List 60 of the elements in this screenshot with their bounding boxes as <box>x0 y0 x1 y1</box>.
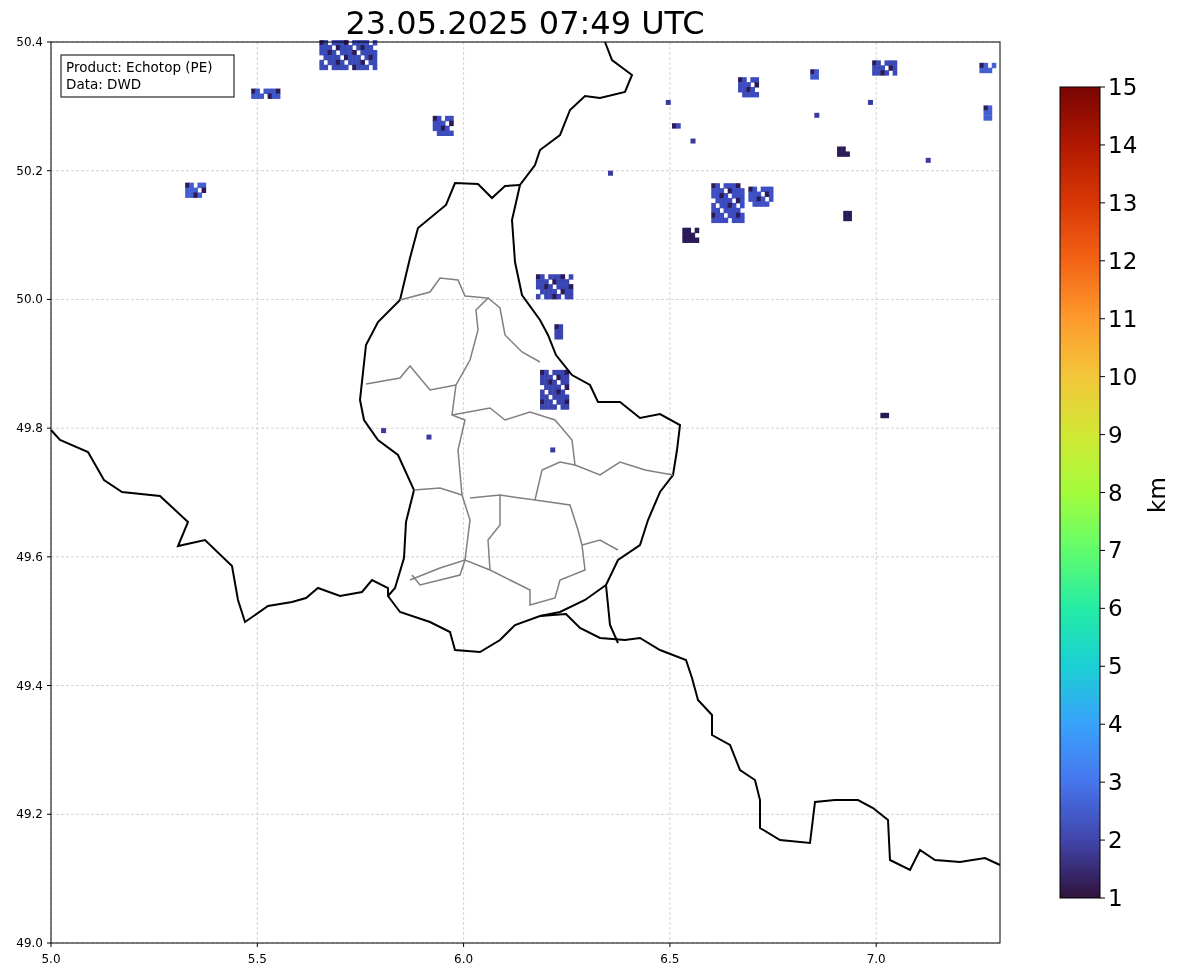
y-tick-label: 50.0 <box>16 292 43 307</box>
radar-echo-cluster <box>554 324 564 340</box>
colorbar-tick-label: 13 <box>1108 189 1138 216</box>
info-text: Data: DWD <box>66 76 142 92</box>
radar-echo-cluster <box>872 60 898 76</box>
y-tick-label: 49.4 <box>16 678 43 693</box>
colorbar-tick-label: 12 <box>1108 247 1138 274</box>
colorbar-tick-label: 10 <box>1108 363 1138 390</box>
radar-echo-pixel <box>381 428 387 434</box>
radar-echo-cluster <box>711 183 745 224</box>
colorbar-tick-label: 4 <box>1108 711 1123 738</box>
radar-echo-pixel <box>426 434 432 440</box>
y-tick-label: 49.6 <box>16 549 43 564</box>
radar-echo-cluster <box>880 412 890 419</box>
colorbar-tick-label: 9 <box>1108 421 1123 448</box>
radar-echo-cluster <box>979 62 997 74</box>
x-tick-label: 5.5 <box>247 952 267 966</box>
x-tick-label: 5.0 <box>41 952 61 966</box>
radar-echo-cluster <box>748 186 774 207</box>
x-tick-label: 6.5 <box>660 952 680 966</box>
radar-echo-cluster <box>535 274 574 300</box>
radar-echo-pixel <box>925 157 931 163</box>
radar-echo-pixel <box>665 99 671 105</box>
colorbar-tick-label: 2 <box>1108 827 1123 854</box>
radar-echo-pixel <box>608 170 613 176</box>
colorbar-tick-label: 11 <box>1108 305 1138 332</box>
colorbar-tick-label: 14 <box>1108 131 1138 158</box>
radar-echo-cluster <box>843 210 852 222</box>
radar-echo-cluster <box>672 123 681 129</box>
radar-echo-pixel <box>550 447 556 453</box>
radar-echo-cluster <box>432 115 454 136</box>
colorbar-tick-label: 5 <box>1108 653 1123 680</box>
y-tick-label: 49.0 <box>16 936 43 950</box>
radar-echo-cluster <box>983 105 993 121</box>
radar-echo-cluster <box>682 227 700 243</box>
y-tick-label: 49.2 <box>16 807 43 822</box>
radar-echo-pixel <box>814 112 820 118</box>
chart-title: 23.05.2025 07:49 UTC <box>345 4 705 42</box>
y-tick-label: 49.8 <box>16 421 43 436</box>
colorbar-tick-label: 8 <box>1108 479 1123 506</box>
radar-echo-cluster <box>251 88 281 99</box>
radar-echo-cluster <box>540 369 570 410</box>
colorbar-tick-label: 7 <box>1108 537 1123 564</box>
x-tick-label: 6.0 <box>454 952 474 966</box>
colorbar-tick-label: 6 <box>1108 595 1123 622</box>
colorbar-tick-label: 3 <box>1108 769 1123 796</box>
info-text: Product: Echotop (PE) <box>66 59 213 75</box>
colorbar-label: km <box>1144 477 1170 513</box>
x-tick-label: 7.0 <box>866 952 886 966</box>
radar-echo-cluster <box>185 182 207 198</box>
radar-echo-pixel <box>690 138 696 144</box>
radar-echo-cluster <box>319 40 378 71</box>
radar-echo-pixel <box>867 99 873 105</box>
colorbar-tick-label: 15 <box>1108 74 1138 100</box>
radar-echo-cluster <box>837 146 850 157</box>
colorbar-tick-label: 1 <box>1108 885 1123 911</box>
y-tick-label: 50.2 <box>16 163 43 178</box>
y-tick-label: 50.4 <box>16 35 43 49</box>
radar-echo-cluster <box>738 77 760 98</box>
radar-echo-cluster <box>810 69 819 80</box>
